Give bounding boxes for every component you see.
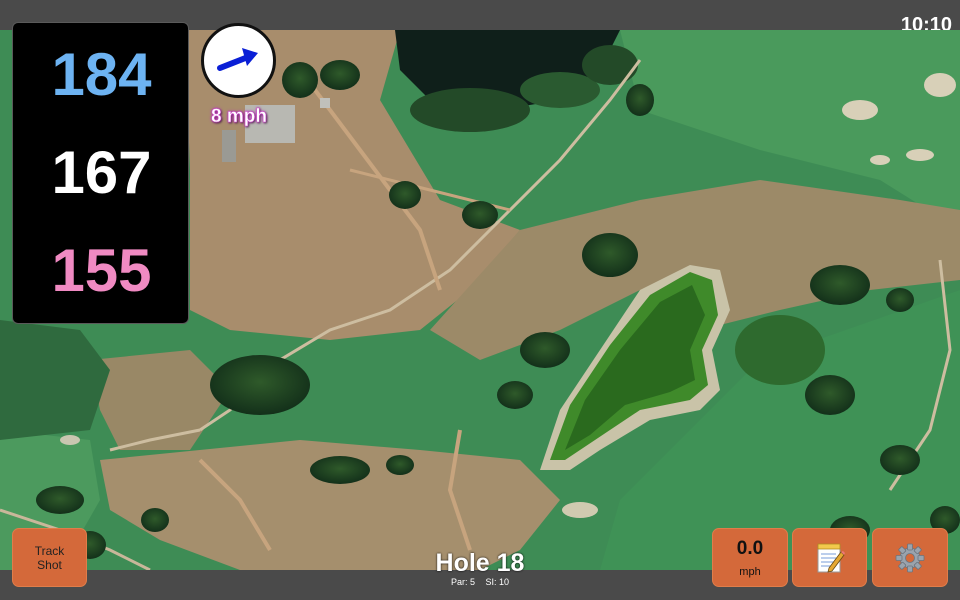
hole-meta: Par: 5 SI: 10 [380, 577, 580, 587]
speed-unit: mph [739, 565, 761, 578]
hole-stroke-index: SI: 10 [485, 577, 510, 587]
gear-icon [895, 543, 925, 572]
notepad-icon [817, 543, 845, 573]
hole-par: Par: 5 [450, 577, 475, 587]
arrow-up-right-icon [217, 48, 258, 71]
track-shot-button[interactable]: Track Shot [12, 528, 87, 587]
hole-title: Hole 18 [435, 549, 525, 577]
speed-value: 0.0 [736, 537, 764, 559]
app-screen: 10:10 184 167 155 8 mph Track Shot Hole … [0, 0, 960, 600]
track-shot-label-line1: Track [34, 543, 65, 558]
track-shot-label-line2: Shot [37, 557, 62, 572]
distance-panel: 184 167 155 [12, 22, 189, 324]
speed-button[interactable]: 0.0 mph [712, 528, 788, 587]
wind-speed: 8 mph [211, 106, 267, 127]
scorecard-button[interactable] [792, 528, 867, 587]
distance-middle: 167 [51, 139, 152, 206]
distance-front: 155 [51, 237, 152, 304]
distance-back: 184 [51, 41, 152, 108]
settings-button[interactable] [872, 528, 948, 587]
wind-direction-dial [201, 23, 276, 98]
